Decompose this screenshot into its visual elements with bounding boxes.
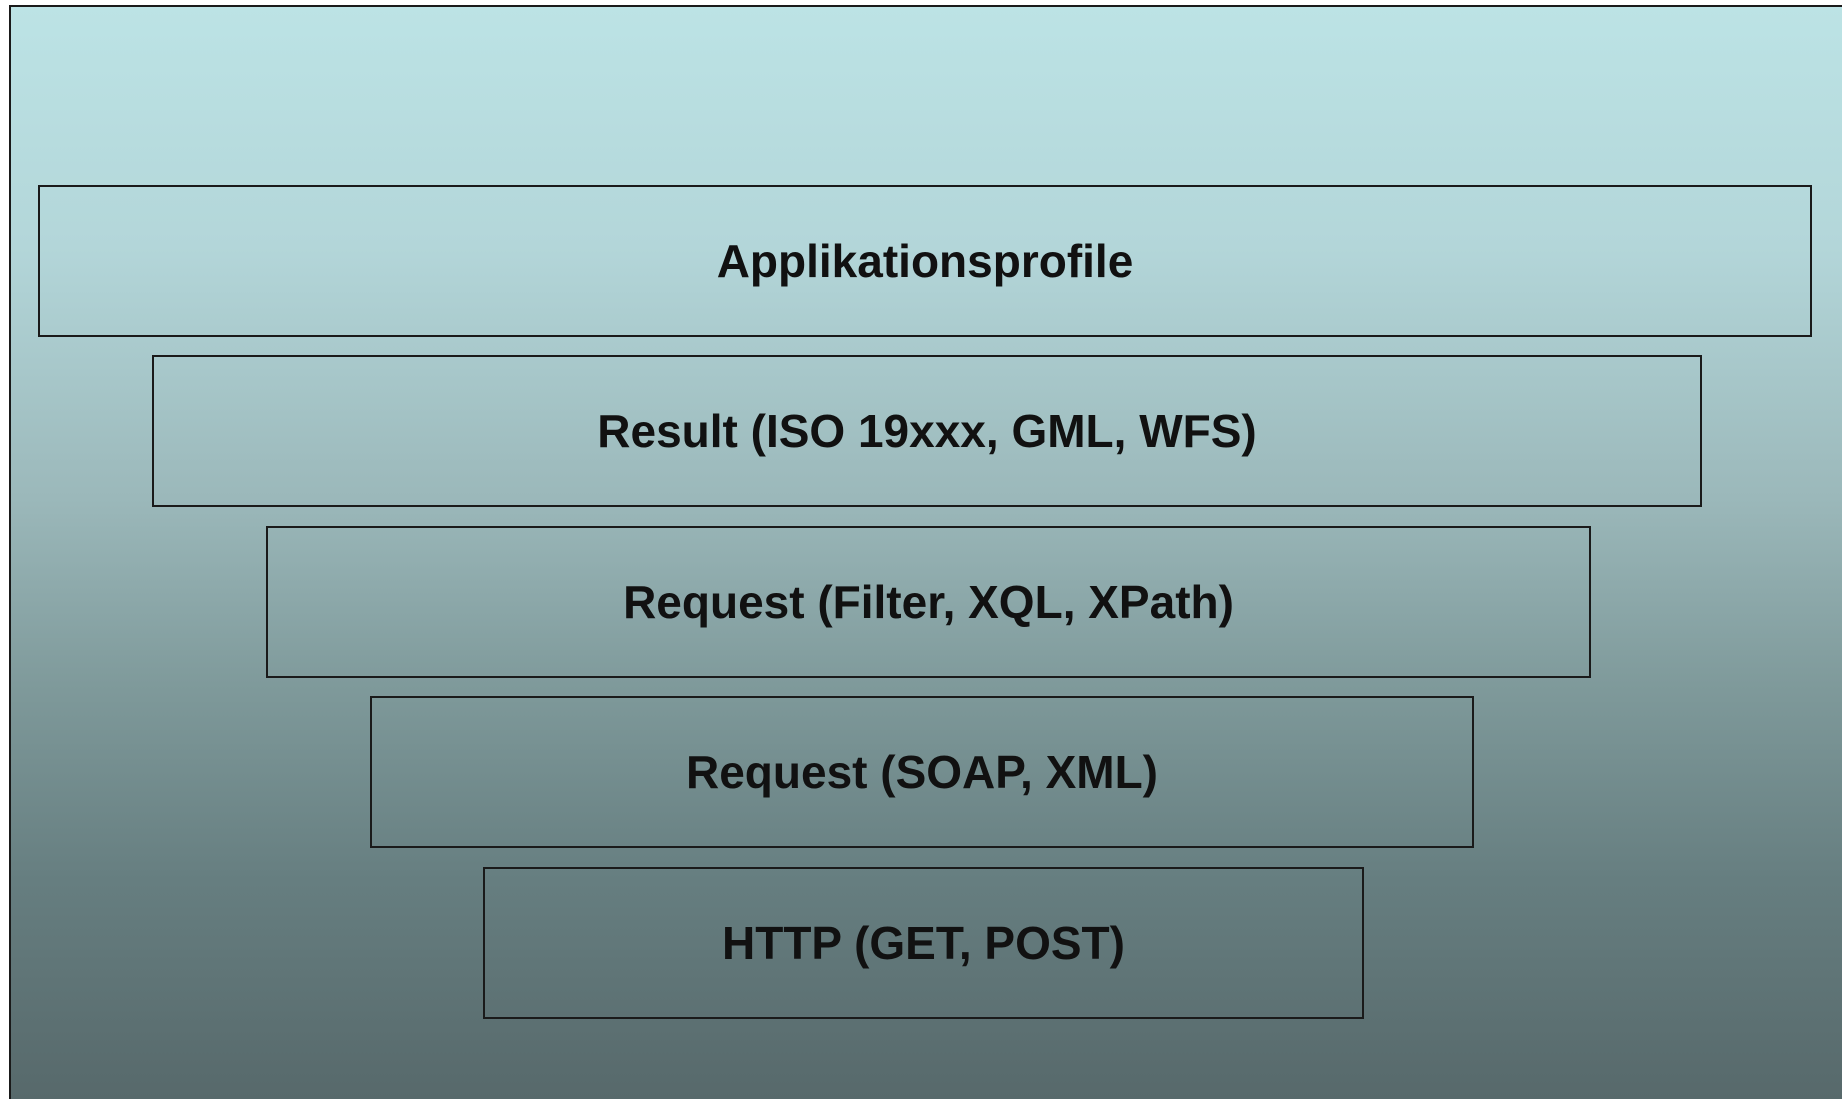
layer-label: Request (SOAP, XML) xyxy=(686,746,1158,798)
layer-label: Request (Filter, XQL, XPath) xyxy=(623,576,1234,628)
layer-label: Applikationsprofile xyxy=(716,235,1134,287)
layer-box-request-soap: Request (SOAP, XML) xyxy=(370,696,1474,848)
diagram-canvas: Applikationsprofile Result (ISO 19xxx, G… xyxy=(9,5,1842,1099)
layer-box-applikationsprofile: Applikationsprofile xyxy=(38,185,1812,337)
layer-label: Result (ISO 19xxx, GML, WFS) xyxy=(597,405,1257,457)
layer-box-http: HTTP (GET, POST) xyxy=(483,867,1364,1019)
layer-box-result: Result (ISO 19xxx, GML, WFS) xyxy=(152,355,1702,507)
layer-label: HTTP (GET, POST) xyxy=(722,917,1125,969)
layer-box-request-filter: Request (Filter, XQL, XPath) xyxy=(266,526,1591,678)
